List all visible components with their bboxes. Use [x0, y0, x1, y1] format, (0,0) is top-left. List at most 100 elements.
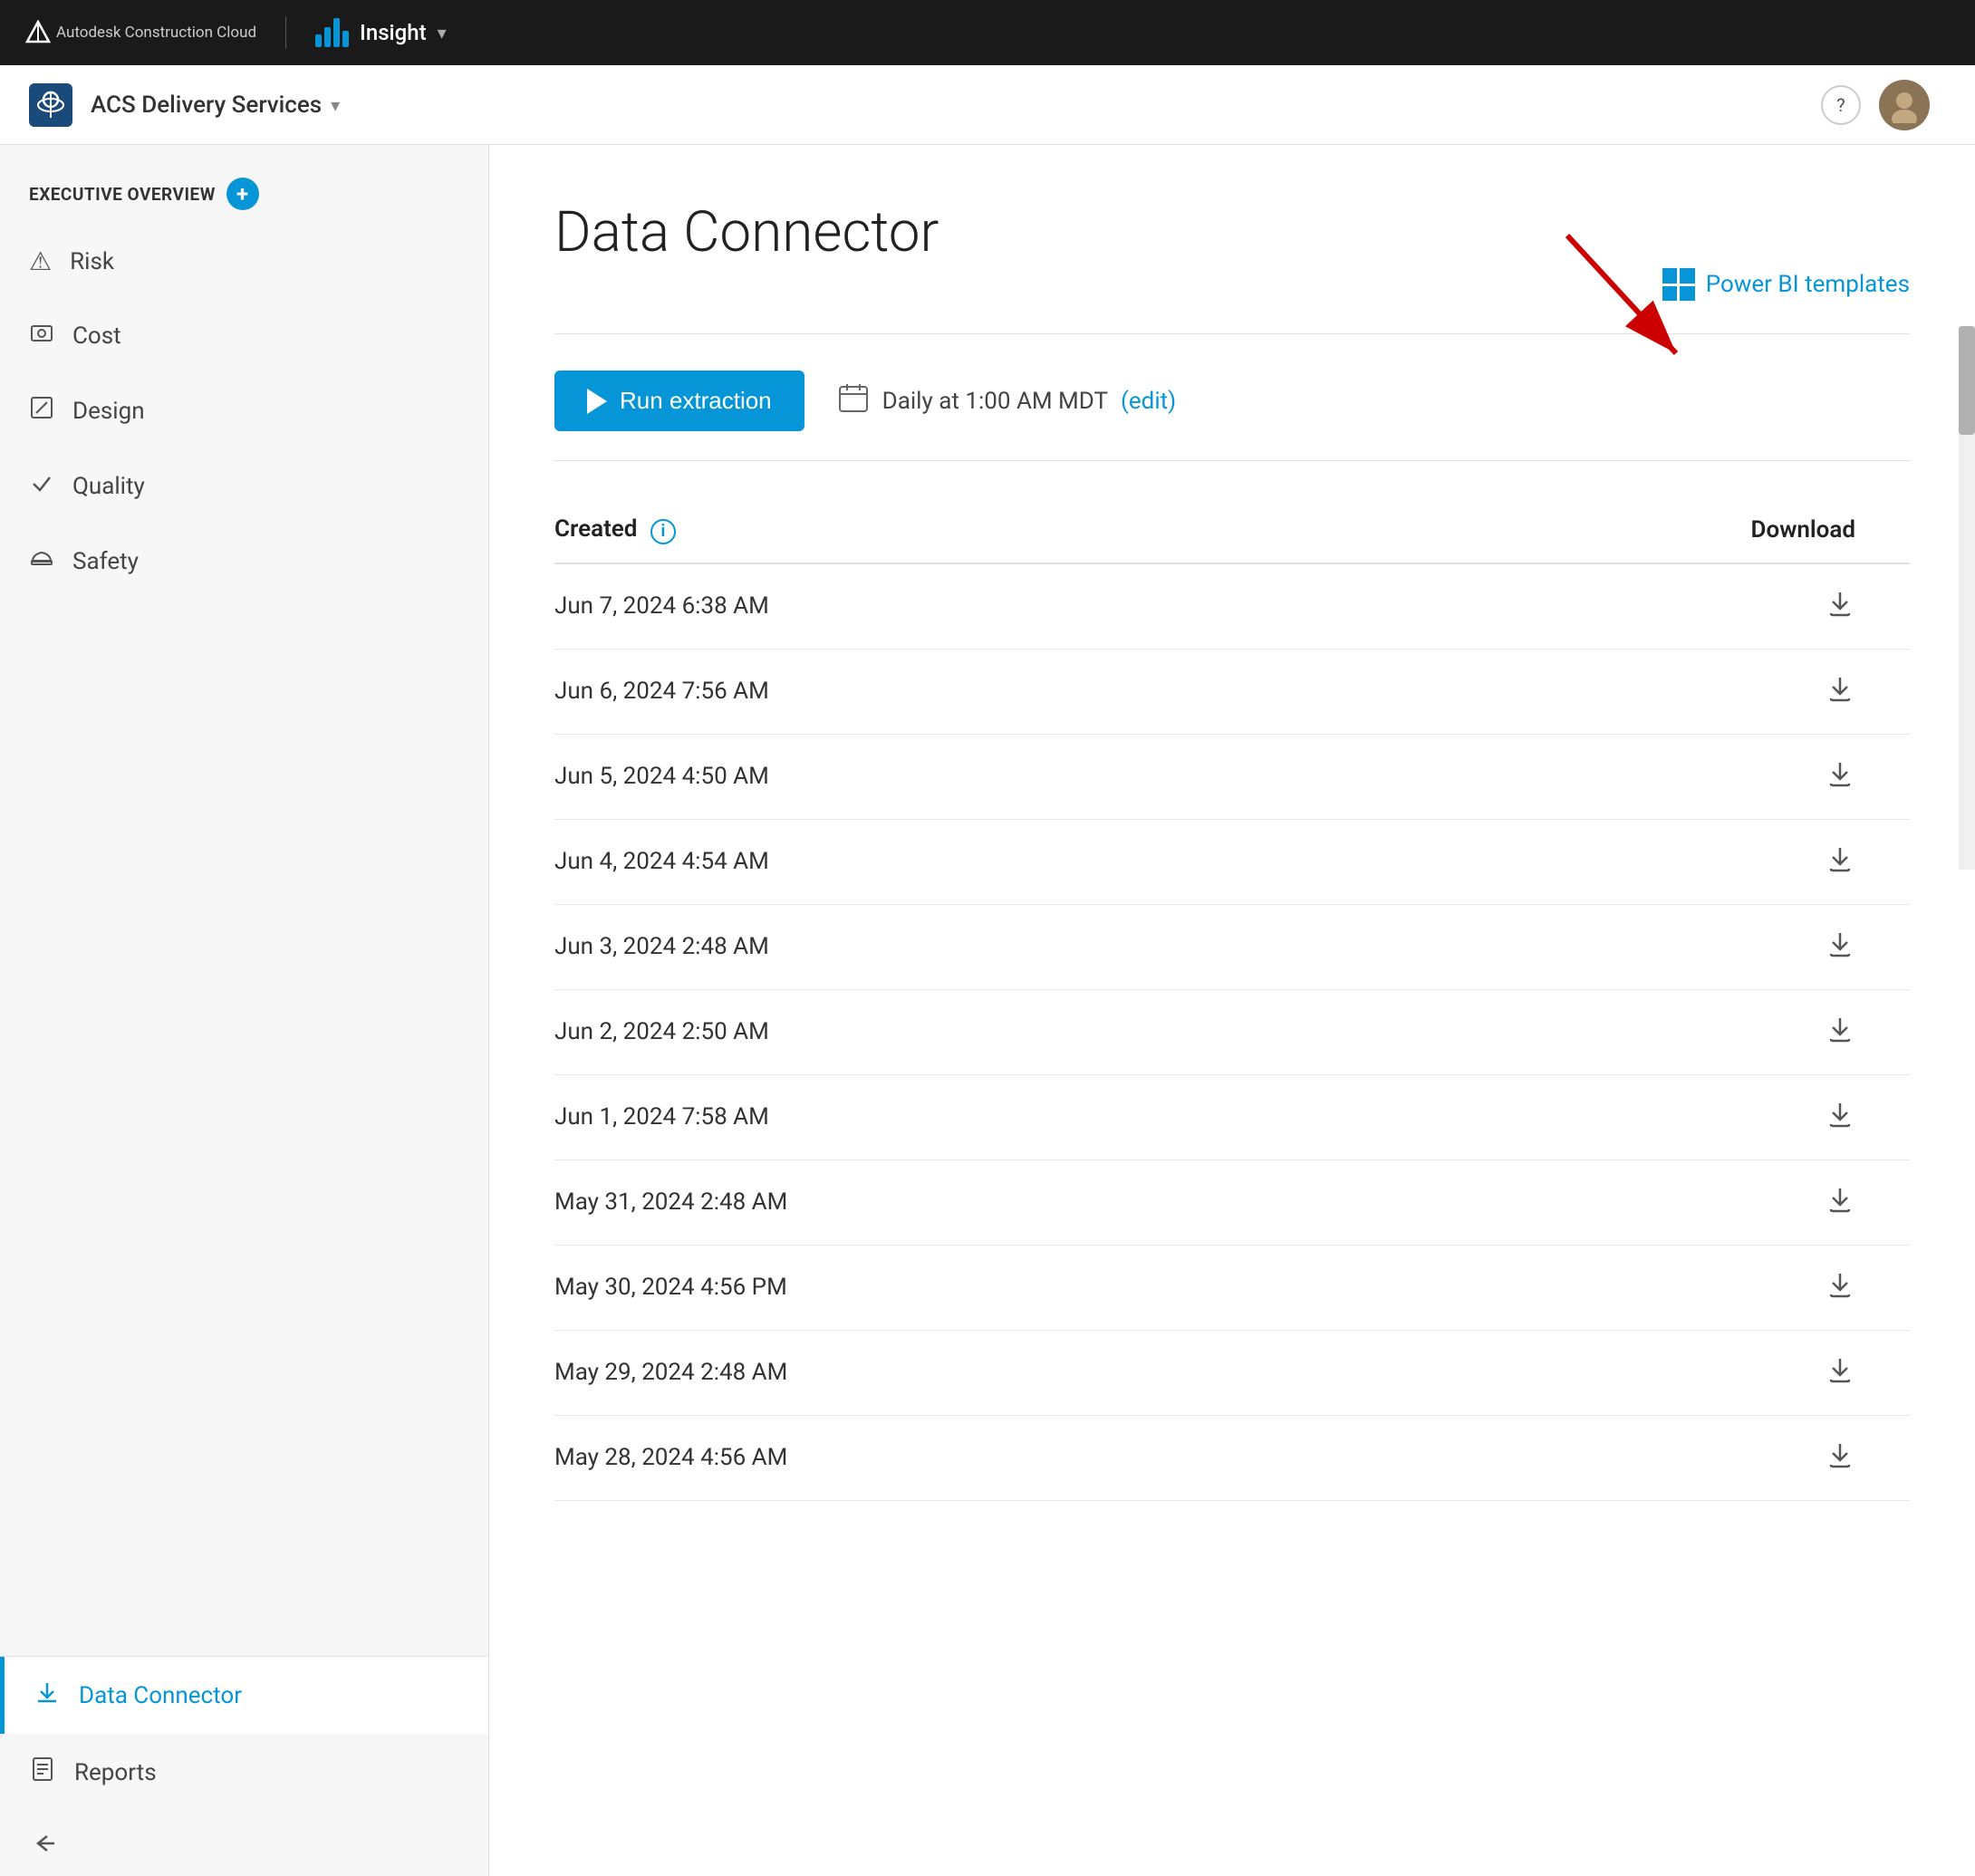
download-button[interactable]: [1825, 1269, 1855, 1300]
created-cell: May 28, 2024 4:56 AM: [554, 1415, 1361, 1500]
download-button[interactable]: [1825, 673, 1855, 704]
download-cell: [1361, 1159, 1910, 1245]
created-cell: Jun 6, 2024 7:56 AM: [554, 649, 1361, 734]
download-icon: [1825, 1269, 1855, 1300]
table-row: Jun 2, 2024 2:50 AM: [554, 989, 1910, 1074]
download-button[interactable]: [1825, 1099, 1855, 1130]
download-button[interactable]: [1825, 928, 1855, 959]
info-icon[interactable]: i: [650, 519, 676, 544]
play-icon: [587, 389, 607, 414]
app-dropdown-arrow: ▾: [438, 22, 447, 43]
download-cell: [1361, 904, 1910, 989]
avatar-dropdown: ▾: [1937, 94, 1946, 116]
table-row: May 29, 2024 2:48 AM: [554, 1330, 1910, 1415]
autodesk-icon: [25, 20, 51, 45]
created-cell: Jun 5, 2024 4:50 AM: [554, 734, 1361, 819]
download-cell: [1361, 1330, 1910, 1415]
header-bar: ACS Delivery Services ▾ ? ▾: [0, 65, 1975, 145]
sidebar-item-quality[interactable]: Quality: [0, 448, 488, 524]
col-header-download: Download: [1361, 497, 1910, 563]
table-row: Jun 6, 2024 7:56 AM: [554, 649, 1910, 734]
sidebar-item-risk[interactable]: ⚠ Risk: [0, 225, 488, 298]
run-extraction-button[interactable]: Run extraction: [554, 370, 804, 431]
project-name[interactable]: ACS Delivery Services ▾: [91, 91, 340, 119]
table-row: Jun 1, 2024 7:58 AM: [554, 1074, 1910, 1159]
main-layout: EXECUTIVE OVERVIEW + ⚠ Risk Cost: [0, 145, 1975, 1876]
download-icon: [1825, 758, 1855, 789]
insight-chart-icon: [315, 18, 349, 47]
app-name-label: Insight: [360, 20, 427, 45]
collapse-sidebar-button[interactable]: [0, 1811, 488, 1876]
created-cell: May 29, 2024 2:48 AM: [554, 1330, 1361, 1415]
sidebar-item-cost[interactable]: Cost: [0, 298, 488, 373]
sidebar: EXECUTIVE OVERVIEW + ⚠ Risk Cost: [0, 145, 489, 1876]
camera-icon: [29, 320, 54, 345]
download-cell: [1361, 649, 1910, 734]
main-content: Data Connector Power BI templates Run ex…: [489, 145, 1975, 1876]
created-cell: Jun 3, 2024 2:48 AM: [554, 904, 1361, 989]
add-section-button[interactable]: +: [226, 178, 259, 210]
arrow-annotation: [1540, 217, 1721, 402]
download-button[interactable]: [1825, 843, 1855, 874]
avatar-image: [1886, 87, 1922, 123]
download-button[interactable]: [1825, 1184, 1855, 1215]
download-icon: [1825, 1354, 1855, 1385]
sidebar-bottom: Data Connector Reports: [0, 1656, 488, 1876]
pencil-square-icon: [29, 395, 54, 420]
reports-icon: [29, 1756, 56, 1789]
download-icon: [1825, 673, 1855, 704]
header-right: ? ▾: [1821, 80, 1946, 130]
download-cell: [1361, 1074, 1910, 1159]
quality-icon: [29, 470, 54, 502]
autodesk-logo: Autodesk Construction Cloud: [25, 20, 256, 45]
edit-schedule-link[interactable]: (edit): [1121, 388, 1176, 415]
data-table: Created i Download Jun 7, 2024 6:38 AM: [554, 497, 1910, 1501]
insight-app-tab[interactable]: Insight ▾: [315, 18, 447, 47]
download-button[interactable]: [1825, 1014, 1855, 1044]
sidebar-section-label: EXECUTIVE OVERVIEW +: [0, 163, 488, 225]
download-icon: [1825, 843, 1855, 874]
created-cell: May 30, 2024 4:56 PM: [554, 1245, 1361, 1330]
brand-label: Autodesk Construction Cloud: [56, 24, 256, 42]
created-cell: Jun 4, 2024 4:54 AM: [554, 819, 1361, 904]
top-bar: Autodesk Construction Cloud Insight ▾: [0, 0, 1975, 65]
safety-icon: [29, 545, 54, 577]
scroll-thumb[interactable]: [1959, 326, 1975, 435]
data-connector-icon: [34, 1679, 61, 1712]
hardhat-icon: [29, 545, 54, 571]
help-button[interactable]: ?: [1821, 85, 1861, 125]
download-cell: [1361, 819, 1910, 904]
scroll-track[interactable]: [1959, 326, 1975, 870]
sidebar-item-safety[interactable]: Safety: [0, 524, 488, 599]
sidebar-item-reports[interactable]: Reports: [0, 1734, 488, 1811]
cost-icon: [29, 320, 54, 351]
download-icon: [1825, 928, 1855, 959]
col-header-created: Created i: [554, 497, 1361, 563]
sidebar-item-design[interactable]: Design: [0, 373, 488, 448]
sidebar-item-data-connector[interactable]: Data Connector: [0, 1657, 488, 1734]
download-button[interactable]: [1825, 1439, 1855, 1470]
download-icon: [1825, 588, 1855, 619]
table-row: May 31, 2024 2:48 AM: [554, 1159, 1910, 1245]
download-cell: [1361, 1415, 1910, 1500]
user-avatar-container[interactable]: ▾: [1879, 80, 1946, 130]
created-cell: May 31, 2024 2:48 AM: [554, 1159, 1361, 1245]
created-cell: Jun 1, 2024 7:58 AM: [554, 1074, 1361, 1159]
download-cell: [1361, 989, 1910, 1074]
download-icon: [1825, 1439, 1855, 1470]
download-cell: [1361, 734, 1910, 819]
download-icon: [1825, 1184, 1855, 1215]
table-row: Jun 4, 2024 4:54 AM: [554, 819, 1910, 904]
download-button[interactable]: [1825, 588, 1855, 619]
document-icon: [29, 1756, 56, 1783]
checkmark-icon: [29, 470, 54, 495]
download-button[interactable]: [1825, 758, 1855, 789]
download-icon: [1825, 1099, 1855, 1130]
download-button[interactable]: [1825, 1354, 1855, 1385]
collapse-icon: [29, 1829, 58, 1858]
arrow-svg: [1540, 217, 1721, 399]
table-row: May 28, 2024 4:56 AM: [554, 1415, 1910, 1500]
calendar-icon: [837, 381, 870, 421]
created-cell: Jun 7, 2024 6:38 AM: [554, 563, 1361, 649]
download-icon: [1825, 1014, 1855, 1044]
